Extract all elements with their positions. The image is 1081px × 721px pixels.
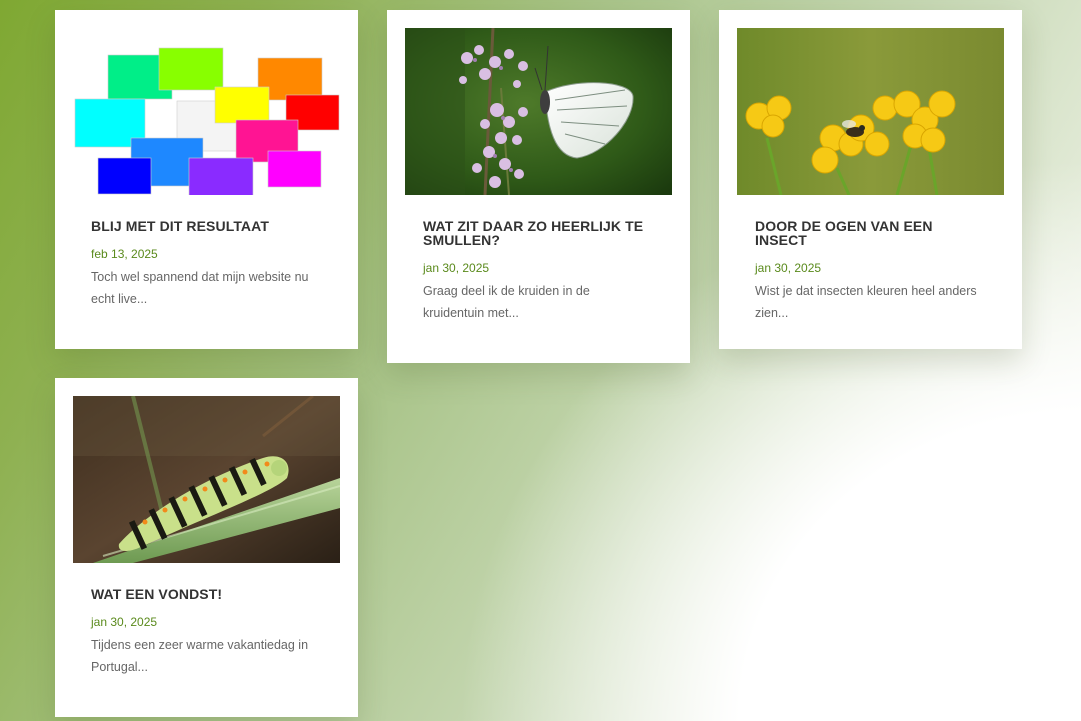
post-card: WAT ZIT DAAR ZO HEERLIJK TE SMULLEN? jan… [387, 10, 690, 363]
post-card: WAT EEN VONDST! jan 30, 2025 Tijdens een… [55, 378, 358, 717]
post-card-body: WAT ZIT DAAR ZO HEERLIJK TE SMULLEN? jan… [405, 195, 672, 346]
post-thumbnail-link[interactable] [405, 28, 672, 195]
colored-rectangles-image [73, 28, 340, 195]
post-thumbnail-link[interactable] [73, 396, 340, 563]
post-date: jan 30, 2025 [755, 261, 822, 275]
post-date: jan 30, 2025 [423, 261, 490, 275]
bee-on-yellow-flowers-image [737, 28, 1004, 195]
post-card: DOOR DE OGEN VAN EEN INSECT jan 30, 2025… [719, 10, 1022, 349]
post-title[interactable]: DOOR DE OGEN VAN EEN INSECT [755, 219, 986, 247]
post-thumbnail-link[interactable] [737, 28, 1004, 195]
post-card-body: DOOR DE OGEN VAN EEN INSECT jan 30, 2025… [737, 195, 1004, 346]
post-excerpt: Wist je dat insecten kleuren heel anders… [755, 284, 977, 320]
caterpillar-image [73, 396, 340, 563]
post-date: jan 30, 2025 [91, 615, 158, 629]
post-title[interactable]: BLIJ MET DIT RESULTAAT [91, 219, 322, 233]
post-title[interactable]: WAT EEN VONDST! [91, 587, 322, 601]
post-title[interactable]: WAT ZIT DAAR ZO HEERLIJK TE SMULLEN? [423, 219, 654, 247]
butterfly-on-thyme-image [405, 28, 672, 195]
post-excerpt: Tijdens een zeer warme vakantiedag in Po… [91, 638, 309, 674]
post-card-body: BLIJ MET DIT RESULTAAT feb 13, 2025 Toch… [73, 195, 340, 332]
post-card: BLIJ MET DIT RESULTAAT feb 13, 2025 Toch… [55, 10, 358, 349]
post-excerpt: Toch wel spannend dat mijn website nu ec… [91, 270, 309, 306]
post-date: feb 13, 2025 [91, 247, 158, 261]
post-card-body: WAT EEN VONDST! jan 30, 2025 Tijdens een… [73, 563, 340, 700]
post-thumbnail-link[interactable] [73, 28, 340, 195]
post-excerpt: Graag deel ik de kruiden in de kruidentu… [423, 284, 590, 320]
